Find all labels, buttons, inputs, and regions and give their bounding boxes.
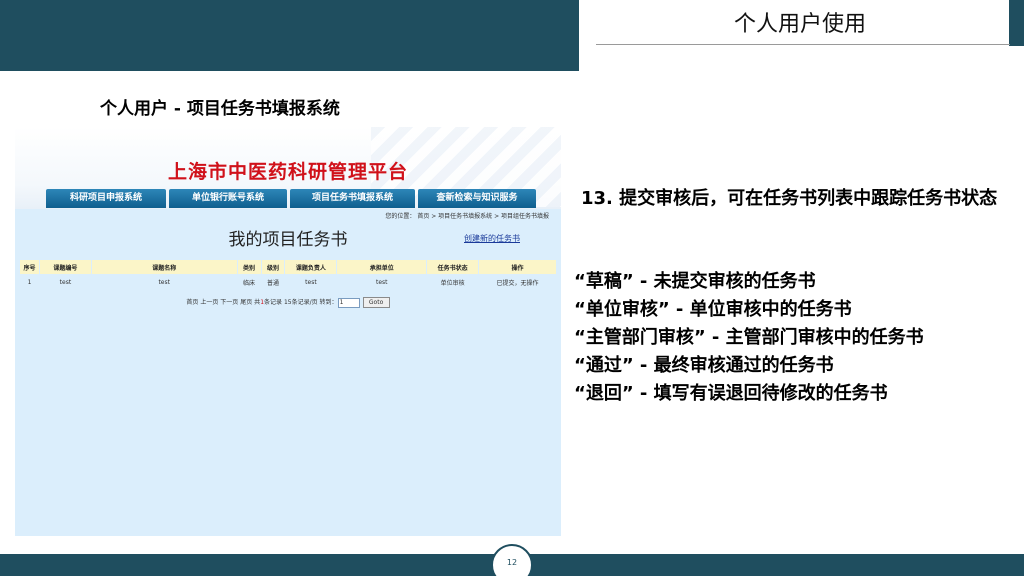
pager-jump-input[interactable]: 1: [337, 297, 360, 308]
pager-prev-link[interactable]: 上一页: [200, 299, 218, 306]
breadcrumb: 您的位置： 首页 > 项目任务书填报系统 > 项目组任务书填报: [385, 213, 549, 220]
col-header-level: 级别: [260, 259, 286, 275]
col-header-topic-code: 课题编号: [38, 259, 92, 275]
cell-topic-code: test: [59, 278, 72, 286]
header-divider: [596, 44, 1010, 45]
nav-tab-search-service[interactable]: 查新检索与知识服务: [418, 189, 536, 208]
cell-level: 普通: [266, 279, 279, 287]
platform-title: 上海市中医药科研管理平台: [167, 161, 408, 183]
header-title: 个人用户使用: [733, 12, 866, 37]
cell-category: 临床: [243, 279, 256, 287]
table-header-row: 序号 课题编号 课题名称 类别 级别 课题负责人 承担单位 任务书状态 操作: [19, 259, 557, 275]
slide-heading: 个人用户 - 项目任务书填报系统: [100, 99, 340, 119]
cell-unit: test: [376, 278, 388, 286]
cell-actions: 已提交，无操作: [496, 279, 539, 287]
status-legend: “草稿” - 未提交审核的任务书 “单位审核” - 单位审核中的任务书 “主管部…: [574, 268, 1024, 408]
nav-tab-task-book[interactable]: 项目任务书填报系统: [290, 189, 415, 208]
status-approved: “通过” - 最终审核通过的任务书: [574, 355, 834, 376]
col-header-category: 类别: [236, 259, 262, 275]
task-book-table: 序号 课题编号 课题名称 类别 级别 课题负责人 承担单位 任务书状态 操作 1…: [19, 259, 557, 290]
pager-per-page: 15条记录/页: [283, 299, 318, 306]
col-header-topic-name: 课题名称: [90, 259, 238, 275]
col-header-status: 任务书状态: [426, 259, 480, 275]
page-number: 12: [506, 558, 518, 567]
top-band: [0, 0, 579, 71]
cell-status: 单位审核: [440, 279, 465, 287]
pager-jump-label: 转到：: [319, 299, 338, 306]
main-content: 您的位置： 首页 > 项目任务书填报系统 > 项目组任务书填报 我的项目任务书 …: [15, 209, 561, 536]
col-header-unit: 承担单位: [336, 259, 428, 275]
col-header-index: 序号: [19, 259, 40, 275]
status-unit-review: “单位审核” - 单位审核中的任务书: [574, 299, 852, 320]
cell-leader: test: [305, 278, 317, 286]
cell-topic-name: test: [158, 278, 170, 286]
pager-next-link[interactable]: 下一页: [220, 299, 238, 306]
nav-tab-bank-account[interactable]: 单位银行账号系统: [169, 189, 287, 208]
pager-goto-button[interactable]: Goto: [362, 297, 390, 308]
pager-last-link[interactable]: 尾页: [240, 299, 252, 306]
col-header-leader: 课题负责人: [284, 259, 338, 275]
pager-total-suffix: 条记录: [264, 299, 283, 306]
header-accent-bar: [1009, 0, 1024, 46]
platform-banner: 上海市中医药科研管理平台 科研项目申报系统 单位银行账号系统 项目任务书填报系统…: [15, 127, 561, 209]
step-description: 13. 提交审核后，可在任务书列表中跟踪任务书状态: [581, 188, 998, 209]
status-draft: “草稿” - 未提交审核的任务书: [574, 271, 816, 292]
table-row: 1 test test 临床 普通 test test 单位审核 已提交，无操作: [20, 275, 557, 290]
cell-index: 1: [27, 278, 32, 286]
pagination: 首页 上一页 下一页 尾页 共1条记录 15条记录/页 转到： 1 Goto: [15, 297, 561, 308]
platform-nav: 科研项目申报系统 单位银行账号系统 项目任务书填报系统 查新检索与知识服务: [46, 189, 536, 208]
pager-first-link[interactable]: 首页: [186, 299, 198, 306]
app-screenshot: 上海市中医药科研管理平台 科研项目申报系统 单位银行账号系统 项目任务书填报系统…: [15, 127, 561, 536]
col-header-actions: 操作: [478, 259, 557, 275]
create-task-book-link[interactable]: 创建新的任务书: [464, 233, 520, 244]
nav-tab-research-application[interactable]: 科研项目申报系统: [46, 189, 166, 208]
status-department-review: “主管部门审核” - 主管部门审核中的任务书: [574, 327, 924, 348]
status-returned: “退回” - 填写有误退回待修改的任务书: [574, 383, 888, 404]
